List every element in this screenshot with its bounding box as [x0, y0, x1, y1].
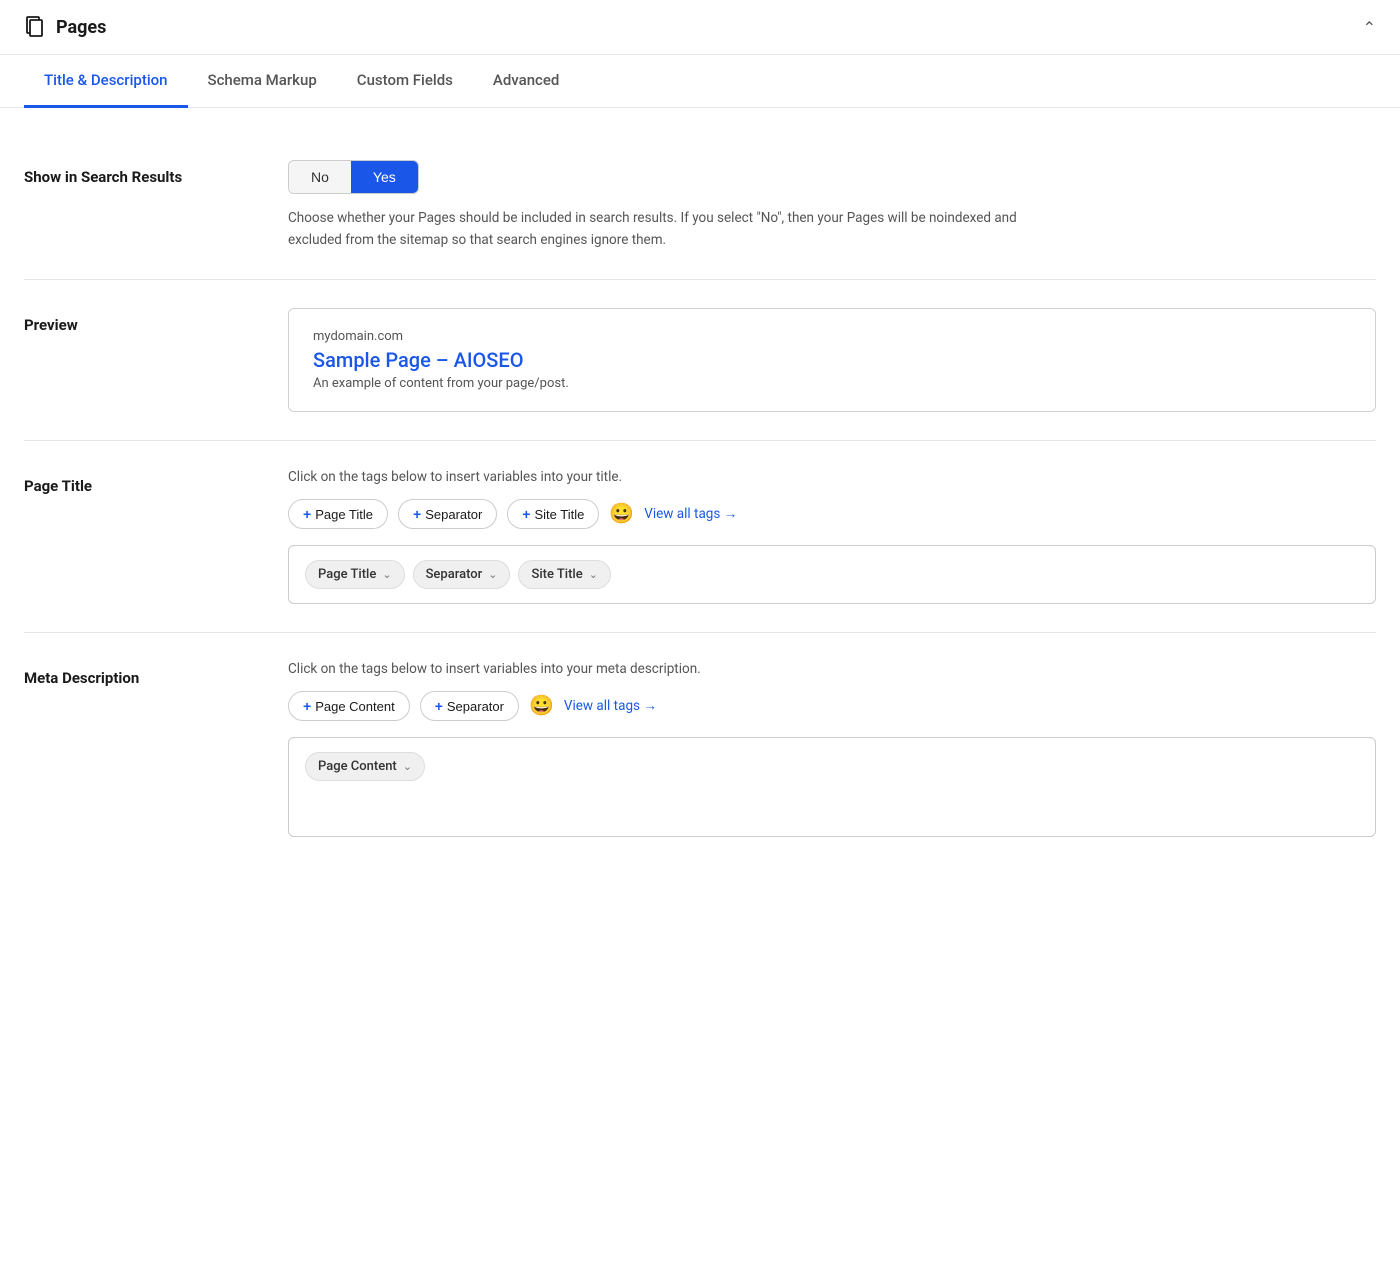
- preview-box: mydomain.com Sample Page – AIOSEO An exa…: [288, 308, 1376, 412]
- tab-schema-markup[interactable]: Schema Markup: [188, 55, 337, 108]
- preview-content: mydomain.com Sample Page – AIOSEO An exa…: [288, 308, 1376, 412]
- page-content-tag-label: Page Content: [315, 699, 395, 714]
- page-title-tag-label: Page Title: [315, 507, 373, 522]
- header-title: Pages: [56, 17, 106, 38]
- page-title-tags-row: + Page Title + Separator + Site Title 😀 …: [288, 499, 1376, 529]
- add-site-title-tag[interactable]: + Site Title: [507, 499, 599, 529]
- collapse-button[interactable]: ⌃: [1363, 18, 1376, 37]
- meta-description-section: Meta Description Click on the tags below…: [24, 633, 1376, 869]
- search-results-toggle-group: No Yes: [288, 160, 419, 194]
- site-title-chip[interactable]: Site Title ⌄: [518, 560, 610, 589]
- site-title-chip-label: Site Title: [531, 567, 582, 582]
- meta-description-content: Click on the tags below to insert variab…: [288, 661, 1376, 837]
- page-title-input-area[interactable]: Page Title ⌄ Separator ⌄ Site Title ⌄: [288, 545, 1376, 604]
- plus-icon-2: +: [413, 506, 421, 522]
- preview-label: Preview: [24, 308, 264, 334]
- no-button[interactable]: No: [289, 161, 351, 193]
- page-title-chip-label: Page Title: [318, 567, 376, 582]
- show-in-search-results-content: No Yes Choose whether your Pages should …: [288, 160, 1376, 251]
- emoji-button-meta[interactable]: 😀: [529, 696, 554, 716]
- add-separator-tag-meta[interactable]: + Separator: [420, 691, 519, 721]
- page-header: Pages ⌃: [0, 0, 1400, 55]
- add-page-content-tag[interactable]: + Page Content: [288, 691, 410, 721]
- page-title-chip[interactable]: Page Title ⌄: [305, 560, 405, 589]
- pages-icon: [24, 16, 46, 38]
- show-in-search-results-section: Show in Search Results No Yes Choose whe…: [24, 132, 1376, 280]
- preview-description: An example of content from your page/pos…: [313, 376, 1351, 391]
- search-results-description: Choose whether your Pages should be incl…: [288, 208, 1048, 251]
- page-title-content: Click on the tags below to insert variab…: [288, 469, 1376, 604]
- meta-description-tags-row: + Page Content + Separator 😀 View all ta…: [288, 691, 1376, 721]
- page-content-chip[interactable]: Page Content ⌄: [305, 752, 425, 781]
- chevron-down-icon-3: ⌄: [589, 568, 598, 581]
- tab-title-description[interactable]: Title & Description: [24, 55, 188, 108]
- chevron-down-icon-4: ⌄: [403, 760, 412, 773]
- separator-chip[interactable]: Separator ⌄: [413, 560, 511, 589]
- main-content: Show in Search Results No Yes Choose whe…: [0, 108, 1400, 869]
- page-title-section: Page Title Click on the tags below to in…: [24, 441, 1376, 633]
- plus-icon-3: +: [522, 506, 530, 522]
- page-title-label: Page Title: [24, 469, 264, 495]
- plus-icon-4: +: [303, 698, 311, 714]
- plus-icon: +: [303, 506, 311, 522]
- add-page-title-tag[interactable]: + Page Title: [288, 499, 388, 529]
- view-all-tags-meta-link[interactable]: View all tags →: [564, 698, 657, 714]
- emoji-button[interactable]: 😀: [609, 504, 634, 524]
- tab-custom-fields[interactable]: Custom Fields: [337, 55, 473, 108]
- separator-tag-label: Separator: [425, 507, 482, 522]
- yes-button[interactable]: Yes: [351, 161, 418, 193]
- chevron-down-icon-2: ⌄: [488, 568, 497, 581]
- page-content-chip-label: Page Content: [318, 759, 397, 774]
- tabs-bar: Title & Description Schema Markup Custom…: [0, 55, 1400, 108]
- plus-icon-5: +: [435, 698, 443, 714]
- site-title-tag-label: Site Title: [534, 507, 584, 522]
- add-separator-tag[interactable]: + Separator: [398, 499, 497, 529]
- view-all-tags-link[interactable]: View all tags →: [644, 506, 737, 522]
- separator-chip-label: Separator: [426, 567, 483, 582]
- meta-description-label: Meta Description: [24, 661, 264, 687]
- tab-advanced[interactable]: Advanced: [473, 55, 579, 108]
- preview-section: Preview mydomain.com Sample Page – AIOSE…: [24, 280, 1376, 441]
- preview-title: Sample Page – AIOSEO: [313, 348, 1351, 372]
- separator-tag-meta-label: Separator: [447, 699, 504, 714]
- page-title-insert-text: Click on the tags below to insert variab…: [288, 469, 1376, 485]
- header-left: Pages: [24, 16, 106, 38]
- preview-domain: mydomain.com: [313, 329, 1351, 344]
- chevron-down-icon: ⌄: [382, 568, 391, 581]
- meta-description-insert-text: Click on the tags below to insert variab…: [288, 661, 1376, 677]
- meta-description-input-area[interactable]: Page Content ⌄: [288, 737, 1376, 837]
- show-in-search-results-label: Show in Search Results: [24, 160, 264, 186]
